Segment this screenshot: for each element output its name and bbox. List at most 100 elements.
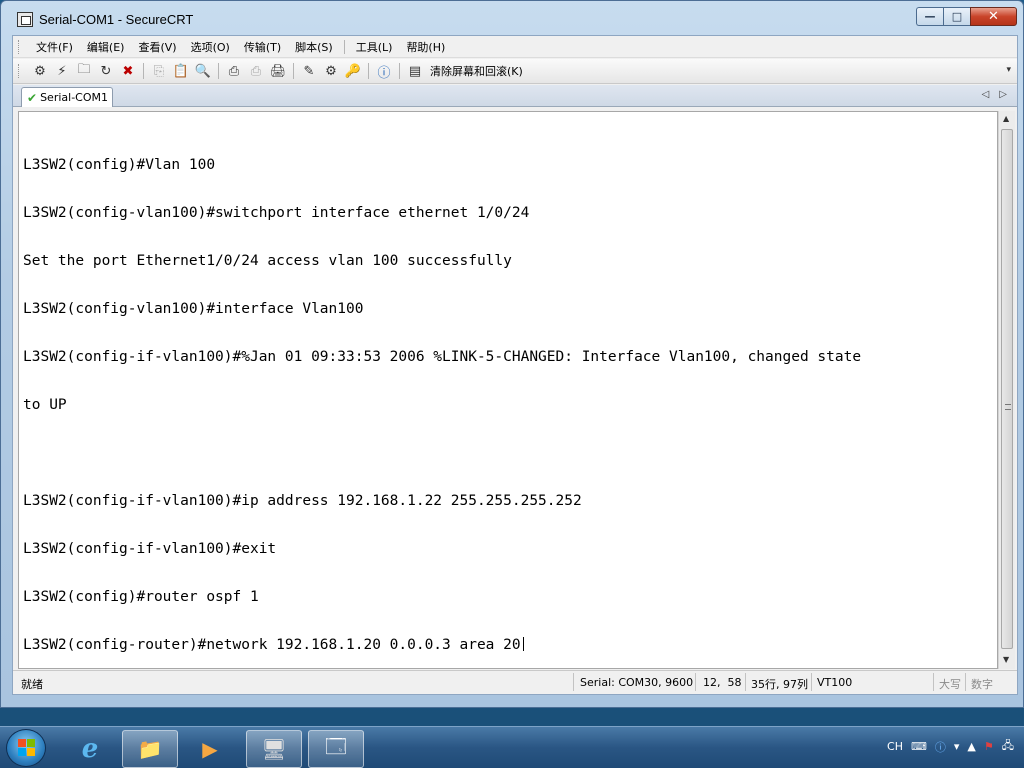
ime-options-icon[interactable]: ▾	[954, 740, 960, 753]
media-player-icon[interactable]: ▶	[182, 730, 238, 768]
status-separator	[933, 673, 934, 691]
toolbar-separator	[218, 63, 219, 79]
menu-help[interactable]: 帮助(H)	[399, 37, 452, 57]
print-icon[interactable]: 🖨	[267, 61, 289, 81]
window-controls: — □ ✕	[916, 7, 1017, 26]
scroll-up-icon[interactable]: ▲	[1003, 114, 1009, 123]
disconnect-icon[interactable]: ✖	[117, 61, 139, 81]
language-indicator[interactable]: CH	[887, 740, 903, 753]
menubar-grip[interactable]	[18, 39, 21, 54]
file-explorer-icon[interactable]: 📁	[122, 730, 178, 768]
copy-icon[interactable]: ⎘	[148, 61, 170, 81]
print-screen-icon[interactable]: ⎙	[223, 61, 245, 81]
menu-file[interactable]: 文件(F)	[29, 37, 80, 57]
status-separator	[965, 673, 966, 691]
windows-logo-icon	[18, 739, 36, 757]
terminal-line: Set the port Ethernet1/0/24 access vlan …	[23, 253, 512, 269]
close-button[interactable]: ✕	[970, 7, 1017, 26]
status-separator	[573, 673, 574, 691]
network-icon[interactable]: 🖧	[1002, 737, 1014, 756]
session-options-icon[interactable]: ✎	[298, 61, 320, 81]
connected-check-icon: ✔	[27, 90, 38, 105]
toolbar-overflow-icon[interactable]: ▾	[1006, 65, 1011, 75]
toolbar-separator	[399, 63, 400, 79]
find-icon[interactable]: 🔍	[192, 61, 214, 81]
scroll-thumb[interactable]	[1001, 129, 1013, 649]
menu-options[interactable]: 选项(O)	[184, 37, 237, 57]
maximize-button[interactable]: □	[943, 7, 970, 26]
paste-icon[interactable]: 📋	[170, 61, 192, 81]
toolbar-separator	[293, 63, 294, 79]
status-separator	[811, 673, 812, 691]
terminal-line: L3SW2(config)#Vlan 100	[23, 157, 216, 173]
status-bar: 就绪 Serial: COM30, 9600 12, 58 35行, 97列 V…	[13, 670, 1017, 694]
status-ready: 就绪	[21, 678, 43, 691]
status-connection: Serial: COM30, 9600	[580, 676, 694, 689]
status-cursor-position: 12, 58	[703, 676, 742, 689]
text-cursor	[522, 637, 524, 651]
securecrt-window: Serial-COM1 - SecureCRT — □ ✕ 文件(F) 编辑(E…	[0, 0, 1024, 708]
securecrt-app-icon[interactable]	[17, 12, 33, 27]
terminal-prompt-line: L3SW2(config-router)#network 192.168.1.2…	[23, 637, 861, 653]
terminal-line: L3SW2(config-router)#network 192.168.1.2…	[23, 637, 521, 653]
tab-serial-com1[interactable]: ✔ Serial-COM1	[21, 87, 113, 107]
connect-in-tab-icon[interactable]: 🗀	[73, 61, 95, 81]
toolbar: ⚙ ⚡ 🗀 ↻ ✖ ⎘ 📋 🔍 ⎙ ⎙ 🖨 ✎ ⚙ 🔑 ⓘ ▤ 清除屏幕和回滚(…	[13, 59, 1017, 84]
tab-prev-icon[interactable]: ◁	[982, 89, 990, 100]
tab-next-icon[interactable]: ▷	[999, 89, 1007, 100]
status-separator	[695, 673, 696, 691]
internet-explorer-icon[interactable]: e	[62, 730, 118, 768]
toolbar-grip[interactable]	[18, 64, 21, 78]
start-button[interactable]	[6, 729, 46, 767]
menu-transfer[interactable]: 传输(T)	[237, 37, 288, 57]
toolbar-separator	[143, 63, 144, 79]
menu-bar: 文件(F) 编辑(E) 查看(V) 选项(O) 传输(T) 脚本(S) 工具(L…	[13, 36, 1017, 58]
menu-view[interactable]: 查看(V)	[131, 37, 183, 57]
clear-screen-icon[interactable]: ▤	[404, 61, 426, 81]
global-options-icon[interactable]: ⚙	[320, 61, 342, 81]
connect-icon[interactable]: ⚙	[29, 61, 51, 81]
toolbar-separator	[368, 63, 369, 79]
terminal-line: L3SW2(config-vlan100)#switchport interfa…	[23, 205, 530, 221]
status-separator	[745, 673, 746, 691]
control-panel-icon[interactable]: 🖥	[246, 730, 302, 768]
help-icon[interactable]: ⓘ	[373, 61, 395, 81]
clear-screen-button[interactable]: 清除屏幕和回滚(K)	[430, 63, 523, 79]
status-caps-lock: 大写	[939, 678, 961, 691]
tab-label: Serial-COM1	[40, 91, 108, 104]
menu-edit[interactable]: 编辑(E)	[80, 37, 132, 57]
tab-scroll-arrows: ◁ ▷	[982, 89, 1007, 100]
keymap-icon[interactable]: 🔑	[342, 61, 364, 81]
status-num-lock: 数字	[971, 678, 993, 691]
menu-tools[interactable]: 工具(L)	[349, 37, 400, 57]
terminal-output: L3SW2(config)#Vlan 100 L3SW2(config-vlan…	[23, 125, 861, 668]
terminal-line: L3SW2(config)#router ospf 1	[23, 589, 259, 605]
scroll-thumb-grip	[1005, 404, 1011, 410]
securecrt-taskbar-icon[interactable]: 🗔	[308, 730, 364, 768]
menu-script[interactable]: 脚本(S)	[288, 37, 340, 57]
terminal-line: L3SW2(config-if-vlan100)#exit	[23, 541, 277, 557]
status-emulation: VT100	[817, 676, 853, 689]
help-tray-icon[interactable]: ⓘ	[935, 739, 946, 755]
menu-separator	[343, 39, 345, 54]
scroll-down-icon[interactable]: ▼	[1003, 655, 1009, 664]
status-screen-size: 35行, 97列	[751, 678, 808, 691]
windows-taskbar: e 📁 ▶ 🖥 🗔 CH ⌨ ⓘ ▾ ▲ ⚑ 🖧	[0, 726, 1024, 768]
action-center-flag-icon[interactable]: ⚑	[984, 740, 994, 753]
reconnect-icon[interactable]: ↻	[95, 61, 117, 81]
terminal-screen[interactable]: L3SW2(config)#Vlan 100 L3SW2(config-vlan…	[18, 111, 998, 669]
show-hidden-icons-icon[interactable]: ▲	[967, 740, 975, 753]
minimize-button[interactable]: —	[916, 7, 943, 26]
quick-connect-icon[interactable]: ⚡	[51, 61, 73, 81]
window-title: Serial-COM1 - SecureCRT	[39, 12, 194, 27]
terminal-line: to UP	[23, 397, 67, 413]
terminal-line: L3SW2(config-if-vlan100)#ip address 192.…	[23, 493, 582, 509]
session-tab-bar: ✔ Serial-COM1 ◁ ▷	[13, 85, 1017, 107]
terminal-line: L3SW2(config-vlan100)#interface Vlan100	[23, 301, 364, 317]
title-bar[interactable]: Serial-COM1 - SecureCRT — □ ✕	[1, 1, 1023, 35]
system-tray: CH ⌨ ⓘ ▾ ▲ ⚑ 🖧	[887, 737, 1014, 756]
keyboard-icon[interactable]: ⌨	[911, 740, 927, 753]
print-selection-icon[interactable]: ⎙	[245, 61, 267, 81]
vertical-scrollbar[interactable]: ▲ ▼	[998, 111, 1015, 669]
